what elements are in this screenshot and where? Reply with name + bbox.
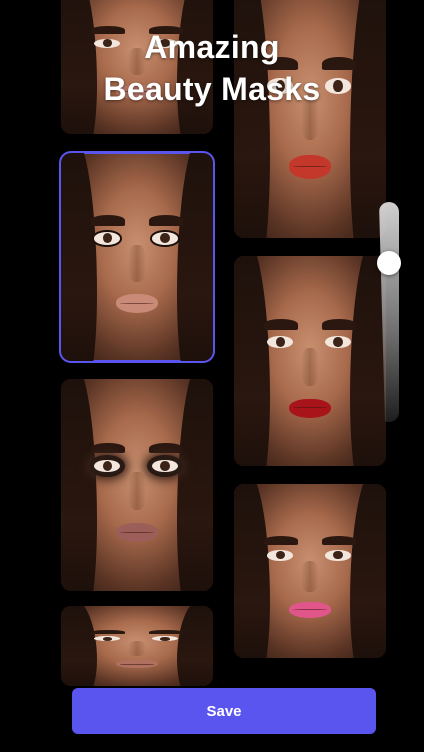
eye-left	[94, 459, 121, 473]
nose	[300, 560, 320, 592]
nose	[127, 244, 147, 282]
face-portrait	[61, 0, 213, 134]
lips	[288, 398, 332, 418]
eye-right	[325, 550, 352, 561]
page-title-line-1: Amazing	[144, 29, 280, 65]
nose	[127, 472, 147, 511]
face-portrait	[61, 606, 213, 686]
mask-tile-bottom-left[interactable]	[61, 606, 213, 686]
eyebrow-left	[91, 215, 125, 226]
mask-tile-smoky-mauve[interactable]	[61, 379, 213, 591]
mask-tile-deep-red[interactable]	[234, 256, 386, 466]
lips	[115, 294, 159, 314]
eyebrow-right	[149, 215, 183, 226]
mask-tile-pink-gloss[interactable]	[234, 484, 386, 658]
hair-left	[61, 0, 98, 134]
eyebrow-right	[149, 630, 183, 634]
eye-right	[152, 636, 179, 642]
eyebrow-right	[322, 319, 356, 330]
face-portrait	[234, 256, 386, 466]
eye-left	[267, 335, 294, 349]
mask-tile-natural-nude[interactable]	[59, 151, 215, 363]
eye-left	[94, 636, 121, 642]
eyebrow-right	[149, 442, 183, 454]
intensity-slider-thumb[interactable]	[377, 251, 401, 275]
hair-right	[349, 484, 386, 658]
eye-right	[152, 232, 179, 245]
eyebrow-left	[264, 319, 298, 330]
face-portrait	[234, 484, 386, 658]
eye-right	[325, 335, 352, 349]
eyebrow-left	[91, 442, 125, 454]
lips	[288, 602, 332, 618]
face-portrait	[61, 379, 213, 591]
eye-left	[267, 550, 294, 561]
eyebrow-left	[264, 536, 298, 545]
hair-left	[61, 153, 98, 361]
hair-right	[176, 379, 213, 591]
hair-left	[61, 606, 98, 686]
save-button[interactable]: Save	[72, 688, 376, 734]
hair-left	[234, 256, 271, 466]
hair-right	[176, 606, 213, 686]
eye-right	[152, 459, 179, 473]
face-portrait	[61, 153, 213, 361]
page-title-line-2: Beauty Masks	[103, 71, 321, 107]
eyebrow-left	[91, 630, 125, 634]
lips	[115, 660, 159, 668]
hair-right	[176, 153, 213, 361]
hair-left	[61, 379, 98, 591]
beauty-masks-screen: Amazing Beauty Masks Save	[0, 0, 424, 752]
eyebrow-right	[322, 536, 356, 545]
hair-left	[234, 484, 271, 658]
mask-tile-top-left[interactable]	[61, 0, 213, 134]
eye-left	[94, 232, 121, 245]
nose	[300, 348, 320, 387]
lips	[115, 523, 159, 543]
hair-right	[176, 0, 213, 134]
hair-right	[349, 256, 386, 466]
nose	[127, 641, 147, 656]
lips	[288, 155, 332, 179]
